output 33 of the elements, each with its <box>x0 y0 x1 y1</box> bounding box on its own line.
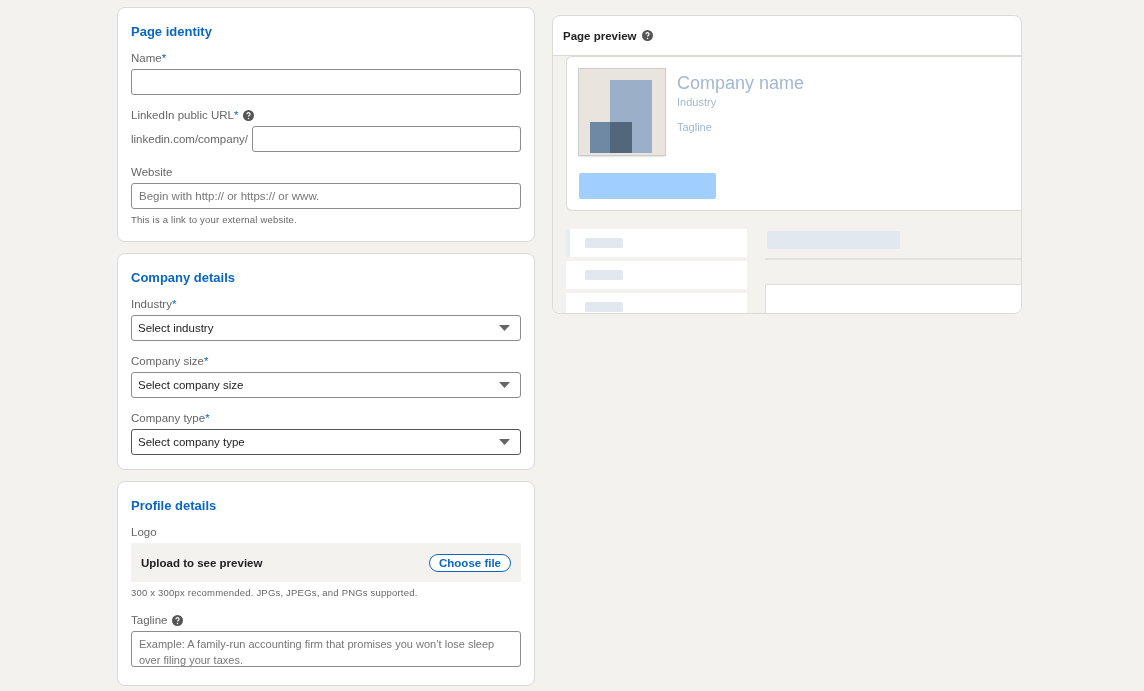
help-icon[interactable] <box>172 614 184 626</box>
url-prefix: linkedin.com/company/ <box>131 133 248 145</box>
hint-text: This is a link to your external website. <box>131 214 297 225</box>
text-field[interactable] <box>131 69 521 95</box>
field-label: Website <box>131 166 173 178</box>
text-field[interactable]: Begin with http:// or https:// or www. <box>131 183 521 209</box>
field-label: Industry* <box>131 298 177 310</box>
help-icon[interactable] <box>243 109 255 121</box>
hint-text: 300 x 300px recommended. JPGs, JPEGs, and PNGs supported. <box>131 587 418 598</box>
field-label: Company type* <box>131 412 210 424</box>
section-title: Page identity <box>131 24 212 39</box>
caret-icon <box>499 382 510 388</box>
select-dropdown[interactable]: Select company size <box>131 372 521 398</box>
caret-icon <box>499 325 510 331</box>
select-dropdown[interactable]: Select company type <box>131 429 521 455</box>
field-label: Logo <box>131 526 157 538</box>
panel-title: Page preview <box>563 29 637 42</box>
upload-text: Upload to see preview <box>141 556 263 569</box>
caret-icon <box>499 439 510 445</box>
tagline-field[interactable]: Example: A family-run accounting firm that promises you won’t lose sleep over filing your taxes. <box>131 631 521 667</box>
section-title: Company details <box>131 270 236 285</box>
tagline-text: Tagline <box>677 121 712 133</box>
choose-file-button[interactable]: Choose file <box>429 553 511 572</box>
field-label: Tagline <box>131 614 168 626</box>
select-dropdown[interactable]: Select industry <box>131 315 521 341</box>
help-icon[interactable] <box>641 30 653 41</box>
company-name: Company name <box>677 73 805 94</box>
field-label: Company size* <box>131 355 209 367</box>
section-title: Profile details <box>131 498 217 513</box>
field-label: Name* <box>131 52 167 64</box>
industry-text: Industry <box>677 96 717 108</box>
field-label: LinkedIn public URL* <box>131 109 239 121</box>
url-field[interactable] <box>252 126 521 152</box>
